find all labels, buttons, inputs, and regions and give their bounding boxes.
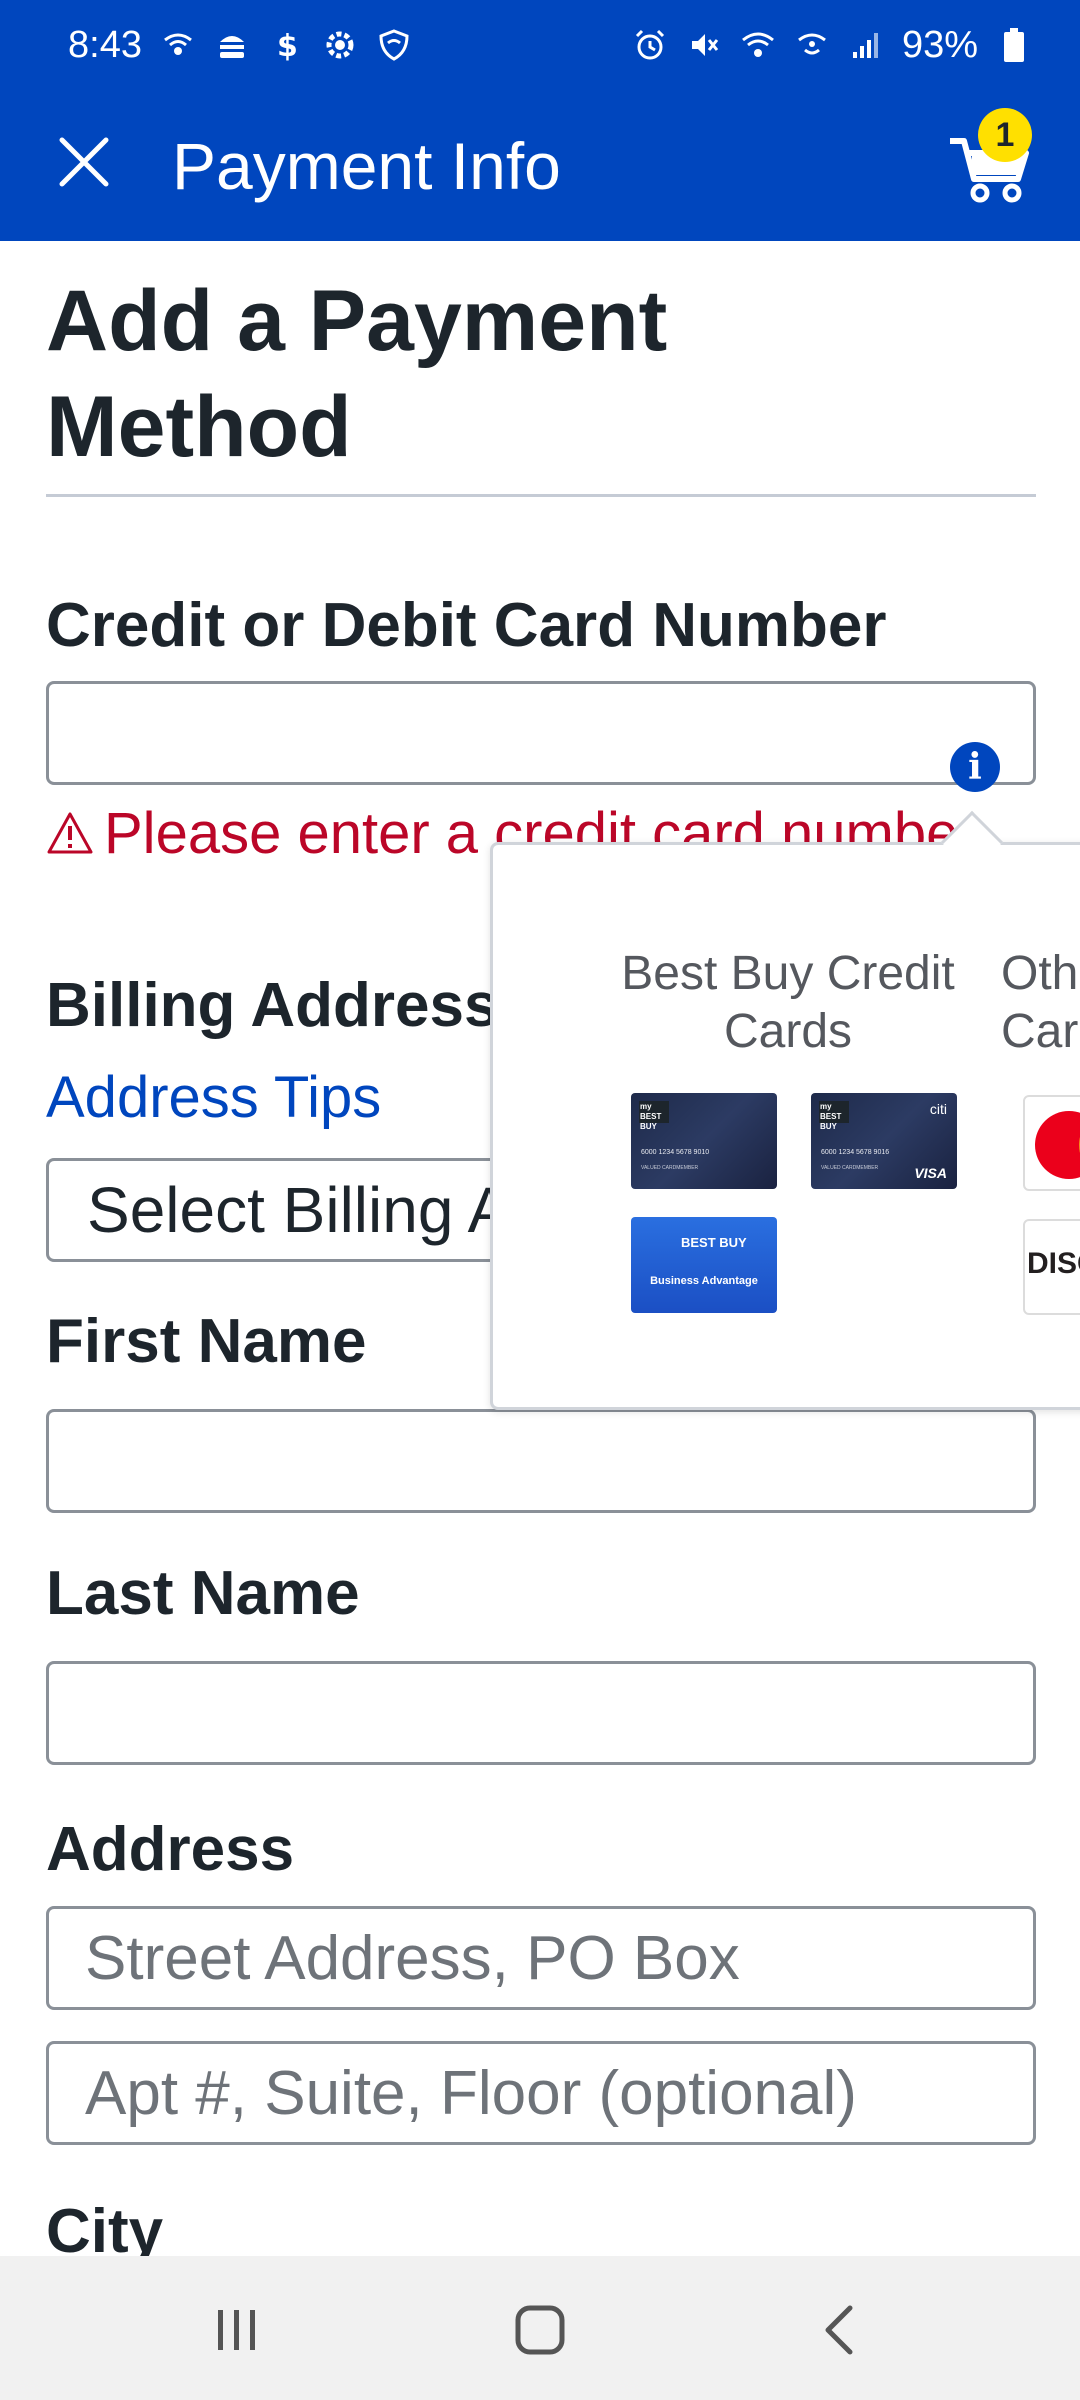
card-number-label: Credit or Debit Card Number [46, 591, 887, 660]
mastercard-image [1023, 1095, 1080, 1191]
recent-apps-icon [218, 2310, 255, 2350]
first-name-input[interactable] [46, 1409, 1036, 1513]
first-name-label: First Name [46, 1307, 367, 1376]
citi-logo: citi [929, 1101, 947, 1117]
wifi-calling-icon [794, 27, 830, 63]
business-advantage-text: Business Advantage [650, 1275, 758, 1287]
mastercard-red-circle [1035, 1111, 1080, 1179]
home-icon [515, 2305, 565, 2355]
recent-apps-button[interactable] [204, 2298, 268, 2362]
best-buy-logo: my BEST BUY [819, 1101, 849, 1131]
best-buy-logo: my BEST BUY [639, 1101, 669, 1131]
food-icon [214, 27, 250, 63]
visa-logo: VISA [914, 1165, 947, 1181]
back-icon [825, 2305, 853, 2355]
street-address-input[interactable] [46, 1906, 1036, 2010]
other-cards-heading: Other Cards [1001, 947, 1080, 1058]
business-advantage-card-image: BEST BUY Business Advantage [631, 1217, 777, 1313]
my-best-buy-card-image: my BEST BUY 6000 1234 5678 9010 VALUED C… [631, 1093, 777, 1189]
bby-cards-heading: Best Buy Credit Cards [621, 947, 955, 1058]
billing-address-label: Billing Address [46, 971, 499, 1040]
battery-percent: 93% [901, 23, 978, 66]
status-left: 8:43 $ [68, 24, 412, 67]
close-button[interactable] [52, 130, 116, 194]
vpn-shield-icon [376, 27, 412, 63]
svg-text:$: $ [277, 29, 298, 62]
signal-icon [848, 27, 884, 63]
card-number-input[interactable] [46, 681, 1036, 785]
my-best-buy-visa-card-image: my BEST BUY citi 6000 1234 5678 9016 VAL… [811, 1093, 957, 1189]
dollar-icon: $ [268, 27, 304, 63]
card1-number: 6000 1234 5678 9010 [641, 1149, 710, 1156]
app-title: Payment Info [172, 129, 561, 203]
last-name-input[interactable] [46, 1661, 1036, 1765]
wifi-icon [740, 27, 776, 63]
apt-suite-input[interactable] [46, 2041, 1036, 2145]
card1-holder: VALUED CARDMEMBER [641, 1165, 699, 1171]
home-button[interactable] [508, 2298, 572, 2362]
warning-icon [47, 812, 93, 853]
alarm-icon [632, 27, 668, 63]
hotspot-icon [160, 27, 196, 63]
mute-icon [686, 27, 722, 63]
close-icon [59, 137, 109, 187]
status-bar: 8:43 $ 93% [0, 0, 1080, 90]
discover-card-image: DISCOVER [1023, 1219, 1080, 1315]
system-nav-bar [0, 2256, 1080, 2400]
last-name-label: Last Name [46, 1559, 360, 1628]
accepted-cards-popover: Best Buy Credit Cards Other Cards my BES… [490, 842, 1080, 1410]
address-label: Address [46, 1815, 295, 1884]
discover-text: DISCOVER [1027, 1247, 1080, 1280]
best-buy-logo: BEST BUY [681, 1235, 747, 1250]
card2-holder: VALUED CARDMEMBER [821, 1165, 879, 1171]
settings-icon [322, 27, 358, 63]
card2-number: 6000 1234 5678 9016 [821, 1149, 890, 1156]
cart-count-badge: 1 [978, 108, 1032, 162]
page-title: Add a Payment Method [46, 273, 668, 475]
address-tips-link[interactable]: Address Tips [46, 1064, 381, 1131]
back-button[interactable] [808, 2298, 872, 2362]
card-info-icon[interactable]: i [950, 742, 1000, 792]
title-divider [46, 494, 1036, 497]
status-right: 93% [632, 24, 1032, 67]
battery-icon [996, 27, 1032, 63]
app-bar: Payment Info 1 [0, 90, 1080, 241]
status-time: 8:43 [68, 23, 142, 66]
